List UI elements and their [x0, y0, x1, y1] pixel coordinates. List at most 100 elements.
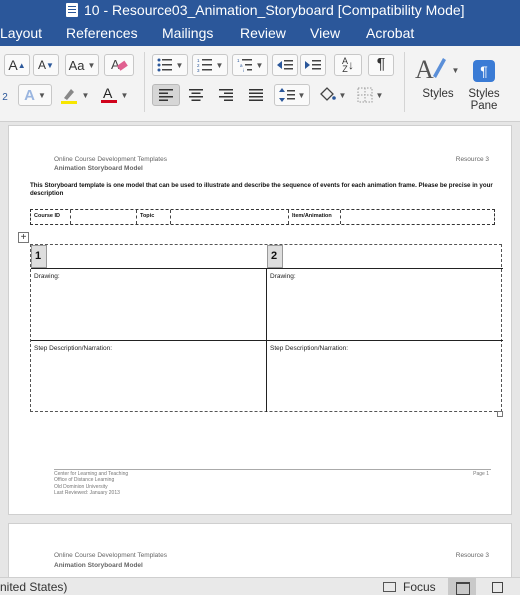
table-resize-handle[interactable]: [497, 411, 503, 417]
storyboard-table[interactable]: 1 2 Drawing: Drawing: Step Description/N…: [30, 244, 503, 412]
item-animation-label: Item/Animation: [289, 210, 341, 224]
footer-rule: [54, 469, 491, 470]
footer-line-4: Last Reviewed: January 2013: [54, 489, 120, 496]
increase-indent-button[interactable]: [300, 54, 326, 76]
indent-icon: [305, 60, 321, 70]
frame-number-2: 2: [267, 245, 283, 268]
numbered-list-icon: 1 2 3: [197, 58, 212, 72]
align-center-icon: [189, 89, 203, 101]
styles-label: Styles: [422, 88, 454, 100]
multilevel-list-icon: 1 a i: [237, 58, 252, 72]
web-layout-view-icon[interactable]: [492, 582, 503, 593]
line-spacing-icon: [278, 88, 295, 102]
topic-value[interactable]: [171, 210, 289, 224]
multilevel-list-button[interactable]: 1 a i ▼: [232, 54, 268, 76]
ribbon-separator: [404, 52, 405, 112]
ribbon-separator: [144, 52, 145, 112]
document-icon: [66, 3, 78, 17]
numbering-button[interactable]: 1 2 3 ▼: [192, 54, 228, 76]
styles-pane-icon: ¶: [473, 60, 495, 82]
header-left: Online Course Development Templates: [54, 156, 167, 163]
header-right: Resource 3: [455, 552, 489, 559]
step-label-2: Step Description/Narration:: [270, 345, 349, 352]
drawing-label-2: Drawing:: [270, 273, 296, 280]
text-effects-icon: A: [24, 86, 35, 104]
intro-paragraph: This Storyboard template is one model th…: [30, 182, 493, 197]
table-move-handle[interactable]: +: [18, 232, 29, 243]
header-subtitle: Animation Storyboard Model: [54, 165, 143, 172]
superscript-button[interactable]: 2: [0, 86, 10, 108]
page-2[interactable]: Online Course Development Templates Reso…: [8, 523, 512, 577]
align-left-button[interactable]: [152, 84, 180, 106]
align-center-button[interactable]: [182, 84, 210, 106]
borders-icon: [357, 87, 373, 103]
course-id-value[interactable]: [71, 210, 137, 224]
tab-mailings[interactable]: Mailings: [162, 25, 213, 41]
highlight-color-button[interactable]: ▼: [56, 84, 92, 106]
tab-acrobat[interactable]: Acrobat: [366, 25, 414, 41]
sort-button[interactable]: A Z ↓: [334, 54, 362, 76]
highlighter-icon: [60, 89, 77, 104]
justify-button[interactable]: [242, 84, 270, 106]
eraser-icon: A: [111, 57, 128, 72]
language-indicator[interactable]: nited States): [0, 580, 67, 594]
title-bar: 10 - Resource03_Animation_Storyboard [Co…: [0, 0, 520, 20]
clear-formatting-button[interactable]: A: [104, 54, 134, 76]
svg-text:i: i: [243, 68, 244, 72]
styles-gallery-button[interactable]: A ▼: [412, 50, 460, 90]
footer-page-number: Page 1: [473, 471, 489, 477]
shrink-font-button[interactable]: A ▼: [33, 54, 59, 76]
status-bar: nited States) Focus: [0, 577, 520, 595]
svg-text:A: A: [415, 55, 434, 84]
borders-button[interactable]: ▼: [352, 84, 388, 106]
shading-button[interactable]: ▼: [314, 84, 350, 106]
ribbon-tabs: Layout References Mailings Review View A…: [0, 20, 520, 46]
focus-icon[interactable]: [383, 582, 396, 592]
document-area[interactable]: Online Course Development Templates Reso…: [0, 122, 520, 577]
outdent-icon: [277, 60, 293, 70]
paint-bucket-icon: [319, 87, 336, 101]
align-left-icon: [159, 89, 173, 101]
styles-icon: A: [415, 55, 446, 84]
svg-text:3: 3: [197, 68, 200, 72]
tab-references[interactable]: References: [66, 25, 138, 41]
course-meta-table[interactable]: Course ID Topic Item/Animation: [30, 209, 495, 225]
font-color-icon: A: [100, 85, 117, 103]
text-effects-button[interactable]: A ▼: [18, 84, 52, 106]
header-right: Resource 3: [455, 156, 489, 163]
align-right-button[interactable]: [212, 84, 240, 106]
footer-text: Center for Learning and Teaching Office …: [54, 471, 128, 496]
ribbon: A ▲ A ▼ Aa ▼ A 2 A ▼ ▼ A ▼ ▼ 1 2 3 ▼ 1 a…: [0, 46, 520, 122]
window-title: 10 - Resource03_Animation_Storyboard [Co…: [84, 2, 465, 18]
line-spacing-button[interactable]: ▼: [274, 84, 310, 106]
drawing-label-1: Drawing:: [34, 273, 60, 280]
frame-number-1: 1: [31, 245, 47, 268]
styles-pane-button[interactable]: ¶: [468, 56, 500, 86]
styles-pane-label: Styles Pane: [468, 88, 500, 112]
topic-label: Topic: [137, 210, 171, 224]
bullets-button[interactable]: ▼: [152, 54, 188, 76]
grid-line: [31, 340, 503, 341]
header-subtitle: Animation Storyboard Model: [54, 562, 143, 569]
tab-view[interactable]: View: [310, 25, 340, 41]
grid-line: [266, 268, 267, 412]
grow-font-button[interactable]: A ▲: [4, 54, 30, 76]
focus-button[interactable]: Focus: [403, 580, 436, 594]
align-right-icon: [219, 89, 233, 101]
bullet-list-icon: [157, 58, 172, 72]
decrease-indent-button[interactable]: [272, 54, 298, 76]
font-color-button[interactable]: A ▼: [96, 84, 132, 106]
grid-line: [31, 268, 503, 269]
step-label-1: Step Description/Narration:: [34, 345, 113, 352]
svg-text:A: A: [103, 85, 113, 101]
header-left: Online Course Development Templates: [54, 552, 167, 559]
course-id-label: Course ID: [31, 210, 71, 224]
item-animation-value[interactable]: [341, 210, 494, 224]
print-layout-view-icon[interactable]: [448, 578, 476, 595]
show-formatting-button[interactable]: ¶: [368, 54, 394, 76]
tab-review[interactable]: Review: [240, 25, 286, 41]
svg-text:A: A: [111, 57, 120, 72]
page-1[interactable]: Online Course Development Templates Reso…: [8, 125, 512, 515]
change-case-button[interactable]: Aa ▼: [65, 54, 99, 76]
tab-layout[interactable]: Layout: [0, 25, 42, 41]
